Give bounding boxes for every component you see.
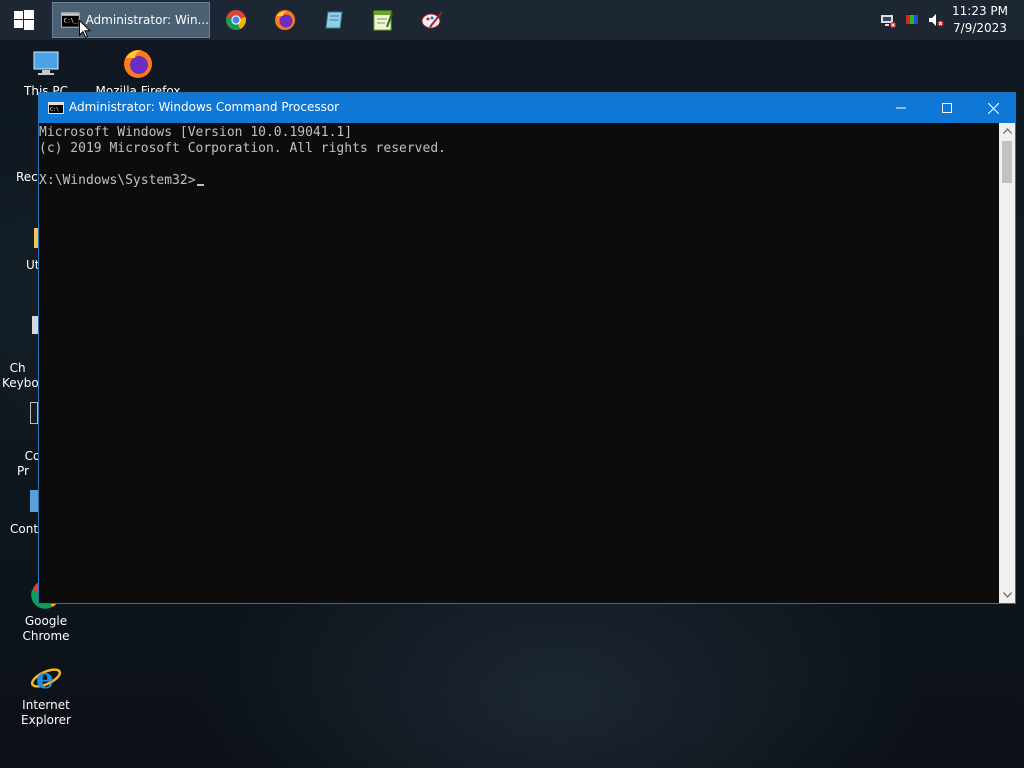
scroll-down-button[interactable] — [999, 587, 1015, 603]
taskbar-paint-button[interactable] — [418, 2, 446, 38]
taskbar-cmd-button[interactable]: C:\_ Administrator: Win... — [52, 2, 210, 38]
scroll-thumb[interactable] — [1002, 141, 1012, 183]
minimize-icon — [896, 107, 906, 109]
desktop-icon-keyboard[interactable]: Ch Keyboa — [2, 346, 46, 391]
start-button[interactable] — [0, 0, 48, 40]
paint-icon — [421, 11, 443, 29]
taskbar-notepad-button[interactable] — [320, 2, 348, 38]
clock-date: 7/9/2023 — [953, 21, 1007, 35]
desktop-icon-label: Google Chrome — [22, 614, 70, 643]
window-title: Administrator: Windows Command Processor — [69, 100, 340, 114]
chevron-up-icon — [1002, 128, 1012, 134]
cmd-icon: C:\_ — [61, 12, 80, 28]
taskbar: C:\_ Administrator: Win... 11:23 PM 7/9/… — [0, 0, 1024, 40]
color-icon[interactable] — [904, 12, 920, 28]
firefox-icon — [275, 10, 295, 30]
console-prompt: X:\Windows\System32> — [39, 173, 196, 188]
vertical-scrollbar[interactable] — [999, 123, 1015, 603]
chevron-down-icon — [1002, 592, 1012, 598]
cmd-icon: C:\ — [48, 102, 64, 114]
desktop-icon-control-panel[interactable]: Contr — [10, 522, 43, 537]
close-button[interactable] — [970, 93, 1016, 123]
network-icon[interactable] — [880, 12, 896, 28]
editor-icon — [373, 10, 393, 31]
taskbar-firefox-button[interactable] — [271, 2, 299, 38]
windows-logo-icon — [14, 10, 34, 30]
firefox-icon — [124, 50, 152, 78]
scroll-up-button[interactable] — [999, 123, 1015, 139]
maximize-icon — [942, 103, 952, 113]
desktop-icon-command-prompt[interactable]: Con Pr — [17, 434, 48, 479]
notepad-icon — [325, 11, 343, 29]
svg-text:e: e — [36, 662, 54, 694]
control-panel-icon — [30, 490, 38, 512]
svg-text:C:\_: C:\_ — [64, 19, 79, 25]
cmd-icon — [30, 402, 38, 424]
taskbar-editor-button[interactable] — [369, 2, 397, 38]
desktop-icon-internet-explorer[interactable]: e Internet Explorer — [0, 662, 92, 728]
volume-muted-icon[interactable] — [928, 12, 944, 28]
clock-time: 11:23 PM — [952, 4, 1008, 18]
computer-icon — [33, 51, 59, 75]
maximize-button[interactable] — [924, 93, 970, 123]
desktop-icon-label: Internet Explorer — [21, 698, 71, 727]
console-output[interactable]: Microsoft Windows [Version 10.0.19041.1]… — [39, 123, 999, 603]
taskbar-clock[interactable]: 11:23 PM 7/9/2023 — [948, 3, 1012, 37]
taskbar-cmd-label: Administrator: Win... — [85, 13, 209, 27]
console-line: (c) 2019 Microsoft Corporation. All righ… — [39, 141, 446, 156]
svg-text:C:\: C:\ — [50, 107, 59, 113]
console-line: Microsoft Windows [Version 10.0.19041.1] — [39, 125, 353, 140]
mouse-pointer-icon — [79, 20, 91, 39]
chrome-icon — [226, 10, 246, 30]
console-prompt-line: X:\Windows\System32> — [39, 173, 204, 189]
taskbar-chrome-button[interactable] — [222, 2, 250, 38]
text-cursor — [196, 184, 204, 186]
minimize-button[interactable] — [878, 93, 924, 123]
command-prompt-window[interactable]: C:\ Administrator: Windows Command Proce… — [38, 92, 1016, 604]
system-tray — [880, 0, 944, 40]
ie-icon: e — [30, 662, 62, 694]
window-titlebar[interactable]: C:\ Administrator: Windows Command Proce… — [39, 93, 1015, 123]
close-icon — [987, 102, 999, 114]
